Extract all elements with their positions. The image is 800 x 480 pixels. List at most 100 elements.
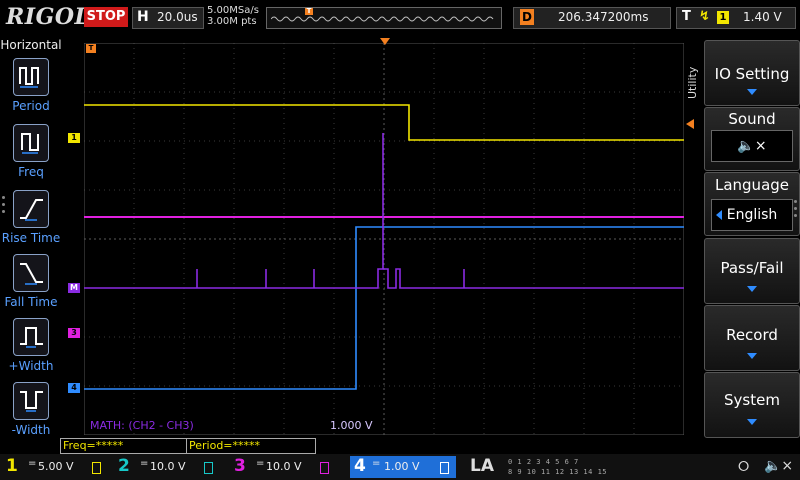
measure-rise-time-label: Rise Time xyxy=(1,231,61,245)
channel-bar: 1 = 5.00 V 2 = 10.0 V 3 = 10.0 V 4 = 1.0… xyxy=(0,454,800,480)
delay-key: D xyxy=(520,9,534,25)
chevron-down-icon xyxy=(747,353,757,359)
ch4-status[interactable]: 4 = 1.00 V xyxy=(350,456,456,478)
frequency-icon xyxy=(13,124,49,162)
logic-analyzer-label[interactable]: LA xyxy=(470,456,494,476)
ch3-number: 3 xyxy=(234,456,246,476)
menu-title: Utility xyxy=(686,66,699,100)
timebase-key: H xyxy=(137,9,149,25)
menu-scroll-dots-right xyxy=(794,200,798,221)
language-value-text: English xyxy=(726,207,778,223)
rise-time-icon xyxy=(13,190,49,228)
ch4-marker[interactable]: 4 xyxy=(68,383,80,393)
usb-icon: ⭘ xyxy=(738,459,750,475)
memory-waveform-thumbnail xyxy=(271,16,494,22)
la-row-1: 0 1 2 3 4 5 6 7 xyxy=(508,458,579,466)
ch4-bandwidth-icon xyxy=(440,462,449,474)
ch2-number: 2 xyxy=(118,456,130,476)
language-value: English xyxy=(711,199,793,231)
ch2-status[interactable]: 2 = 10.0 V xyxy=(118,456,222,478)
measure-positive-width[interactable]: +Width xyxy=(0,316,62,380)
measure-negative-width[interactable]: -Width xyxy=(0,380,62,444)
menu-sound[interactable]: Sound 🔈× xyxy=(704,107,800,171)
ch1-number: 1 xyxy=(6,456,18,476)
measure-fall-time-label: Fall Time xyxy=(4,295,58,309)
rising-edge-icon: ↯ xyxy=(699,9,710,24)
positive-width-icon xyxy=(13,318,49,356)
ch3-status[interactable]: 3 = 10.0 V xyxy=(234,456,338,478)
math-marker[interactable]: M xyxy=(68,283,80,293)
ch2-scale: 10.0 V xyxy=(150,460,186,473)
delay-value: 206.347200ms xyxy=(558,10,649,24)
menu-pass-fail[interactable]: Pass/Fail xyxy=(704,238,800,304)
ch4-scale: 1.00 V xyxy=(384,460,420,473)
period-counter: Period=***** xyxy=(186,438,316,454)
chevron-down-icon xyxy=(747,89,757,95)
ch4-coupling: = xyxy=(372,458,381,469)
math-scale: 1.000 V xyxy=(330,419,373,432)
menu-system-label: System xyxy=(724,391,780,409)
utility-menu: IO Setting Sound 🔈× Language English Pas… xyxy=(704,40,800,440)
timebase-value: 20.0us xyxy=(157,10,198,24)
measure-period[interactable]: Period xyxy=(0,56,62,120)
ch3-bandwidth-icon xyxy=(320,462,329,474)
menu-language[interactable]: Language English xyxy=(704,172,800,236)
period-icon xyxy=(13,58,49,96)
measurement-panel: Horizontal Period Freq Rise Time Fall Ti… xyxy=(0,36,62,437)
brand-logo: RIGOL xyxy=(6,4,91,30)
trigger-box[interactable]: T ↯ 1 1.40 V xyxy=(676,7,796,29)
negative-width-icon xyxy=(13,382,49,420)
ch3-marker[interactable]: 3 xyxy=(68,328,80,338)
ch1-bandwidth-icon xyxy=(92,462,101,474)
frequency-counter: Freq=***** xyxy=(60,438,188,454)
menu-io-setting-label: IO Setting xyxy=(714,65,790,83)
measurement-category[interactable]: Horizontal xyxy=(0,38,62,52)
math-label: MATH: (CH2 - CH3) xyxy=(90,419,194,432)
measure-period-label: Period xyxy=(12,99,50,113)
delay-box[interactable]: D 206.347200ms xyxy=(513,7,671,29)
speaker-muted-icon[interactable]: 🔈× xyxy=(764,458,793,474)
memory-overview[interactable]: T xyxy=(266,7,502,29)
menu-language-label: Language xyxy=(714,176,790,194)
ch4-number: 4 xyxy=(354,456,366,476)
menu-pass-fail-label: Pass/Fail xyxy=(720,259,784,277)
memory-depth: 3.00M pts xyxy=(207,16,257,27)
chevron-down-icon xyxy=(747,419,757,425)
measure-positive-width-label: +Width xyxy=(8,359,54,373)
sound-value: 🔈× xyxy=(711,130,793,162)
measure-frequency-label: Freq xyxy=(18,165,44,179)
trigger-source: 1 xyxy=(717,11,729,24)
ch2-bandwidth-icon xyxy=(204,462,213,474)
measure-frequency[interactable]: Freq xyxy=(0,122,62,186)
sample-rate: 5.00MSa/s xyxy=(207,5,259,16)
chevron-down-icon xyxy=(747,286,757,292)
trigger-key: T xyxy=(682,9,691,24)
ch1-coupling: = xyxy=(28,458,37,469)
trigger-level: 1.40 V xyxy=(743,10,782,24)
ch1-scale: 5.00 V xyxy=(38,460,74,473)
run-stop-status[interactable]: STOP xyxy=(84,7,128,27)
trigger-level-marker-icon[interactable] xyxy=(686,119,694,129)
ch2-coupling: = xyxy=(140,458,149,469)
ch1-status[interactable]: 1 = 5.00 V xyxy=(6,456,106,478)
measure-fall-time[interactable]: Fall Time xyxy=(0,252,62,316)
measure-rise-time[interactable]: Rise Time xyxy=(0,188,62,252)
waveform-display[interactable]: MATH: (CH2 - CH3) 1.000 V xyxy=(84,43,684,435)
menu-record[interactable]: Record xyxy=(704,305,800,371)
fall-time-icon xyxy=(13,254,49,292)
acquisition-info: 5.00MSa/s 3.00M pts xyxy=(207,5,259,27)
trigger-position-marker[interactable]: T xyxy=(86,44,96,53)
logic-analyzer-channels: 0 1 2 3 4 5 6 7 8 9 10 11 12 13 14 15 xyxy=(508,457,607,477)
menu-system[interactable]: System xyxy=(704,372,800,438)
timebase-box[interactable]: H 20.0us xyxy=(132,7,204,29)
ch3-scale: 10.0 V xyxy=(266,460,302,473)
memory-trigger-marker: T xyxy=(305,7,313,15)
ch3-coupling: = xyxy=(256,458,265,469)
ch1-marker[interactable]: 1 xyxy=(68,133,80,143)
top-status-bar: RIGOL STOP H 20.0us 5.00MSa/s 3.00M pts … xyxy=(0,0,800,36)
trigger-time-marker-icon[interactable] xyxy=(380,38,390,45)
speaker-muted-icon: 🔈× xyxy=(737,138,767,154)
menu-sound-label: Sound xyxy=(728,110,776,128)
menu-io-setting[interactable]: IO Setting xyxy=(704,40,800,106)
menu-record-label: Record xyxy=(726,326,778,344)
